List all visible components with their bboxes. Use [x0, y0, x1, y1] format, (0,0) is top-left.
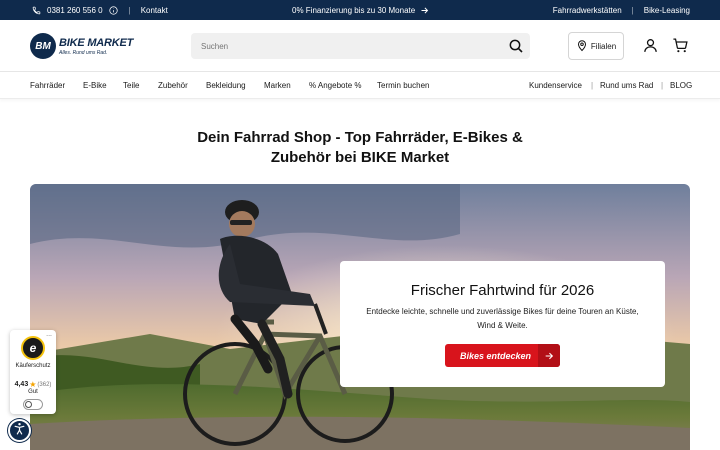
logo-name: BIKE MARKET [59, 36, 134, 49]
nav-item-blog[interactable]: BLOG [670, 81, 692, 90]
financing-text: 0% Finanzierung bis zu 30 Monate [292, 5, 416, 15]
top-bar-left: 0381 260 556 0 | Kontakt [31, 5, 168, 15]
page-title: Dein Fahrrad Shop - Top Fahrräder, E-Bik… [0, 128, 720, 168]
rating-count: (362) [37, 381, 52, 388]
trusted-shops-badge[interactable]: ... e Käuferschutz 4,43 ★ (362) Gut [10, 330, 56, 414]
stores-button[interactable]: Filialen [568, 32, 624, 60]
workshops-link[interactable]: Fahrradwerkstätten [553, 6, 622, 15]
nav-item-zubehoer[interactable]: Zubehör [158, 81, 188, 90]
nav-item-teile[interactable]: Teile [123, 81, 139, 90]
discover-bikes-label: Bikes entdecken [459, 350, 532, 361]
buyer-protection-label: Käuferschutz [15, 363, 51, 369]
badge-toggle[interactable] [23, 399, 43, 410]
divider: | [631, 5, 634, 15]
hero-card: Frischer Fahrtwind für 2026 Entdecke lei… [340, 261, 665, 387]
nav-item-marken[interactable]: Marken [264, 81, 291, 90]
page-title-line-1: Dein Fahrrad Shop - Top Fahrräder, E-Bik… [197, 129, 523, 146]
search-icon[interactable] [508, 38, 524, 54]
hero-title: Frischer Fahrtwind für 2026 [410, 282, 595, 299]
hero-text: Entdecke leichte, schnelle und zuverläss… [366, 307, 639, 330]
logo-text: BIKE MARKET Alles. Rund ums Rad. [59, 37, 133, 56]
phone-link[interactable]: 0381 260 556 0 [47, 6, 103, 15]
top-bar-right: Fahrradwerkstätten | Bike-Leasing [553, 6, 690, 15]
accessibility-icon [13, 422, 26, 440]
divider: | [661, 81, 664, 90]
logo-badge: BM [30, 33, 56, 59]
contact-link[interactable]: Kontakt [141, 6, 168, 15]
arrow-right-icon [419, 5, 429, 15]
arrow-right-icon [538, 344, 560, 367]
logo-tagline: Alles. Rund ums Rad. [59, 49, 108, 56]
nav-item-rund-ums-rad[interactable]: Rund ums Rad [600, 81, 653, 90]
main-nav: Fahrräder E-Bike Teile Zubehör Bekleidun… [0, 73, 720, 99]
nav-item-fahrraeder[interactable]: Fahrräder [30, 81, 65, 90]
financing-banner[interactable]: 0% Finanzierung bis zu 30 Monate [292, 5, 429, 15]
stores-label: Filialen [590, 41, 617, 51]
search-bar [191, 33, 530, 59]
phone-icon [31, 5, 41, 15]
rating-grade: Gut [28, 389, 38, 395]
trust-seal-icon: e [21, 336, 45, 360]
nav-item-e-bike[interactable]: E-Bike [83, 81, 107, 90]
divider: | [128, 5, 131, 15]
search-input[interactable] [191, 41, 491, 51]
header: BM BIKE MARKET Alles. Rund ums Rad. Fili… [0, 20, 720, 72]
nav-item-angebote[interactable]: % Angebote % [309, 81, 361, 90]
top-bar: 0381 260 556 0 | Kontakt 0% Finanzierung… [0, 0, 720, 20]
toggle-knob-icon [25, 401, 32, 408]
logo[interactable]: BM BIKE MARKET Alles. Rund ums Rad. [30, 33, 133, 59]
user-account-icon[interactable] [642, 37, 660, 55]
cart-icon[interactable] [672, 37, 690, 55]
divider: | [591, 81, 594, 90]
nav-item-bekleidung[interactable]: Bekleidung [206, 81, 246, 90]
accessibility-button[interactable] [8, 419, 31, 442]
page-title-line-2: Zubehör bei BIKE Market [270, 149, 450, 166]
rating-row: 4,43 ★ (362) [12, 380, 54, 389]
nav-item-termin-buchen[interactable]: Termin buchen [377, 81, 429, 90]
location-pin-icon [576, 39, 588, 54]
discover-bikes-button[interactable]: Bikes entdecken [445, 344, 560, 367]
nav-item-kundenservice[interactable]: Kundenservice [529, 81, 582, 90]
leasing-link[interactable]: Bike-Leasing [644, 6, 690, 15]
badge-menu-icon[interactable]: ... [46, 331, 52, 338]
star-icon: ★ [29, 380, 37, 389]
info-icon[interactable] [109, 5, 119, 15]
rating-score: 4,43 [14, 381, 29, 388]
